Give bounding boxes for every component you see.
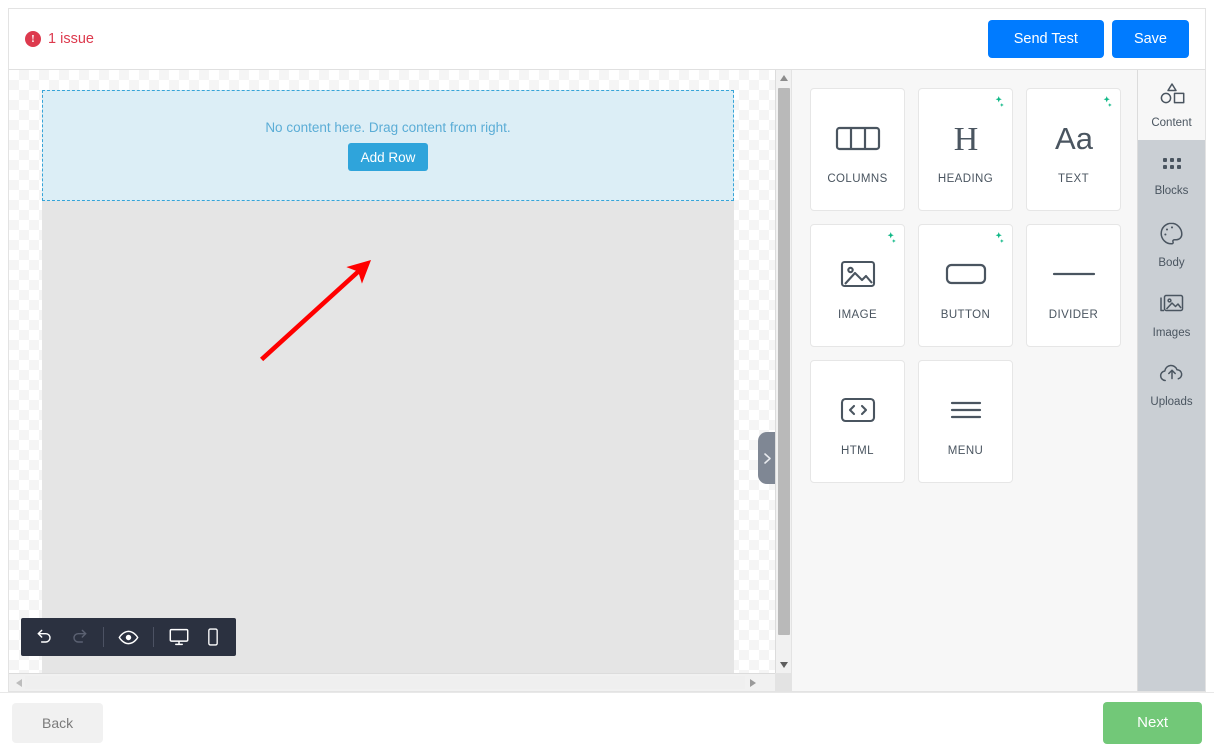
columns-icon [835,115,881,161]
canvas-horizontal-scrollbar[interactable] [9,673,775,691]
save-button[interactable]: Save [1112,20,1189,58]
rail-item-content[interactable]: Content [1138,70,1205,140]
svg-text:H: H [953,121,978,156]
scroll-down-arrow[interactable] [776,657,792,673]
mobile-view-icon[interactable] [204,627,222,647]
tile-label: IMAGE [838,309,877,321]
vertical-scroll-thumb[interactable] [778,88,790,635]
canvas-toolbar [21,618,236,656]
text-icon: Aa [1051,115,1097,161]
heading-icon: H [949,115,983,161]
empty-content-dropzone[interactable]: No content here. Drag content from right… [42,90,734,201]
ai-sparkle-icon [990,95,1005,115]
add-row-button[interactable]: Add Row [348,143,429,171]
rail-item-label: Content [1151,117,1191,129]
rail-item-uploads[interactable]: Uploads [1138,350,1205,420]
canvas-column: No content here. Drag content from right… [9,70,791,691]
menu-icon [946,387,986,433]
images-stack-icon [1158,292,1186,321]
back-button[interactable]: Back [12,703,103,743]
editor-area: No content here. Drag content from right… [8,70,1206,692]
canvas-vertical-scrollbar[interactable] [775,70,791,673]
tile-html[interactable]: HTML [810,360,905,483]
grid-dots-icon [1160,154,1184,179]
alert-circle-icon: ! [25,31,41,47]
editor-side-rail: Content Blocks [1137,70,1205,691]
ai-sparkle-icon [882,231,897,251]
panel-collapse-handle[interactable] [758,432,775,484]
rail-item-blocks[interactable]: Blocks [1138,140,1205,210]
rail-item-label: Body [1158,257,1184,269]
tile-columns[interactable]: COLUMNS [810,88,905,211]
toolbar-divider [103,627,104,647]
preview-eye-icon[interactable] [118,627,139,648]
button-icon [944,251,988,297]
tile-label: HTML [841,445,874,457]
tile-label: MENU [948,445,983,457]
toolbar-divider-2 [153,627,154,647]
svg-text:Aa: Aa [1055,121,1094,156]
header-actions: Send Test Save [988,20,1189,58]
issue-count-label: 1 issue [48,31,94,47]
page-header: ! 1 issue Send Test Save [8,8,1206,70]
email-builder-page: ! 1 issue Send Test Save No content here… [0,0,1214,752]
scroll-up-arrow[interactable] [776,70,792,86]
image-icon [839,251,877,297]
tile-menu[interactable]: MENU [918,360,1013,483]
cloud-upload-icon [1158,362,1186,390]
rail-item-label: Blocks [1155,185,1189,197]
tile-label: TEXT [1058,173,1089,185]
tile-text[interactable]: Aa TEXT [1026,88,1121,211]
send-test-button[interactable]: Send Test [988,20,1104,58]
tile-label: DIVIDER [1049,309,1098,321]
content-tiles-grid: COLUMNS H HEADING [810,88,1123,483]
scroll-right-arrow[interactable] [745,674,761,691]
undo-icon[interactable] [35,627,55,647]
tile-button[interactable]: BUTTON [918,224,1013,347]
dropzone-message: No content here. Drag content from right… [265,120,510,135]
shapes-icon [1158,82,1186,111]
tile-divider[interactable]: DIVIDER [1026,224,1121,347]
divider-icon [1051,251,1097,297]
rail-item-body[interactable]: Body [1138,210,1205,280]
redo-icon[interactable] [69,627,89,647]
rail-item-label: Uploads [1150,396,1192,408]
tile-label: BUTTON [941,309,990,321]
rail-item-label: Images [1153,327,1191,339]
issue-badge[interactable]: ! 1 issue [25,31,94,47]
content-tiles-panel: COLUMNS H HEADING [791,70,1137,691]
canvas-viewport[interactable]: No content here. Drag content from right… [9,70,775,673]
horizontal-scroll-thumb[interactable] [25,676,745,689]
tile-heading[interactable]: H HEADING [918,88,1013,211]
tile-image[interactable]: IMAGE [810,224,905,347]
rail-item-images[interactable]: Images [1138,280,1205,350]
html-code-icon [839,387,877,433]
ai-sparkle-icon [1098,95,1113,115]
palette-icon [1159,221,1184,251]
ai-sparkle-icon [990,231,1005,251]
next-button[interactable]: Next [1103,702,1202,744]
tile-label: HEADING [938,173,993,185]
desktop-view-icon[interactable] [168,626,190,648]
tile-label: COLUMNS [827,173,887,185]
scrollbar-corner [775,673,791,691]
wizard-footer: Back Next [0,692,1214,752]
